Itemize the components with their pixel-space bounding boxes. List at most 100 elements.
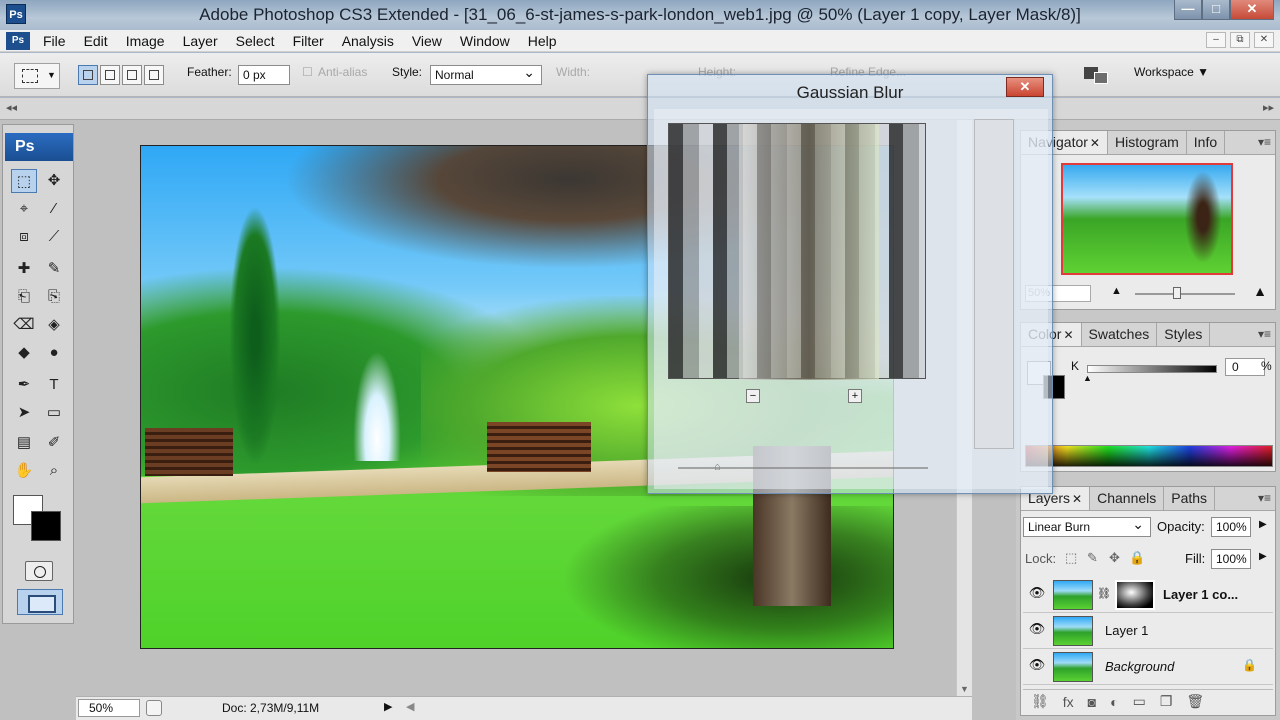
notes-tool-icon[interactable]: ▤ xyxy=(11,431,37,455)
tool-preset-picker[interactable]: ▼ xyxy=(14,63,60,89)
menu-filter[interactable]: Filter xyxy=(284,33,333,49)
status-menu-arrow-icon[interactable]: ▶ xyxy=(384,700,392,713)
maximize-button[interactable]: □ xyxy=(1202,0,1230,20)
subtract-selection-button[interactable] xyxy=(122,65,142,85)
doc-close-button[interactable]: ✕ xyxy=(1254,32,1274,48)
layer-row[interactable]: 👁 Layer 1 xyxy=(1023,613,1273,649)
navigator-thumbnail[interactable] xyxy=(1061,163,1233,275)
navigator-zoom-knob[interactable] xyxy=(1173,287,1181,299)
k-channel-slider[interactable] xyxy=(1087,365,1217,373)
visibility-eye-icon[interactable]: 👁 xyxy=(1027,621,1047,639)
new-layer-icon[interactable]: ❐ xyxy=(1160,693,1173,710)
antialias-checkbox[interactable]: ☐ xyxy=(302,65,313,79)
zoom-field[interactable]: 50% xyxy=(78,699,140,717)
add-mask-icon[interactable]: ◙ xyxy=(1088,694,1096,710)
menu-select[interactable]: Select xyxy=(227,33,284,49)
quick-mask-button[interactable] xyxy=(25,561,53,581)
move-tool-icon[interactable]: ✥ xyxy=(41,169,67,193)
path-selection-tool-icon[interactable]: ➤ xyxy=(11,401,37,425)
blur-preview[interactable] xyxy=(668,123,926,380)
k-slider-triangle-icon[interactable]: ▲ xyxy=(1083,373,1092,383)
menu-image[interactable]: Image xyxy=(117,33,174,49)
delete-layer-icon[interactable]: 🗑 xyxy=(1186,693,1204,710)
close-icon[interactable]: ✕ xyxy=(1072,492,1082,506)
background-color-swatch[interactable] xyxy=(31,511,61,541)
rectangle-tool-icon[interactable]: ▭ xyxy=(41,401,67,425)
lasso-tool-icon[interactable]: ⌖ xyxy=(11,197,37,221)
panel-menu-icon[interactable]: ▾≡ xyxy=(1258,135,1271,149)
zoom-in-icon[interactable]: ▲ xyxy=(1253,283,1267,299)
intersect-selection-button[interactable] xyxy=(144,65,164,85)
menu-help[interactable]: Help xyxy=(519,33,566,49)
minimize-button[interactable]: — xyxy=(1174,0,1202,20)
eyedropper-tool-icon[interactable]: ✐ xyxy=(41,431,67,455)
workspace-icon[interactable] xyxy=(1082,63,1110,87)
tab-swatches[interactable]: Swatches xyxy=(1081,323,1158,346)
blur-tool-icon[interactable]: ◆ xyxy=(11,341,37,365)
dialog-close-button[interactable]: ✕ xyxy=(1006,77,1044,97)
scroll-down-icon[interactable]: ▼ xyxy=(960,684,969,694)
preview-zoom-in-button[interactable]: + xyxy=(848,389,862,403)
tab-channels[interactable]: Channels xyxy=(1090,487,1165,510)
tab-styles[interactable]: Styles xyxy=(1157,323,1211,346)
dodge-tool-icon[interactable]: ● xyxy=(41,341,67,365)
mask-link-icon[interactable]: ⛓ xyxy=(1097,587,1111,600)
opacity-arrow-icon[interactable]: ▶ xyxy=(1259,519,1267,530)
feather-input[interactable]: 0 px xyxy=(238,65,290,85)
marquee-tool-icon[interactable]: ⬚ xyxy=(11,169,37,193)
visibility-eye-icon[interactable]: 👁 xyxy=(1027,657,1047,675)
status-options-icon[interactable] xyxy=(146,700,162,716)
layer-mask-thumbnail[interactable] xyxy=(1115,580,1155,610)
ps-menu-icon[interactable]: Ps xyxy=(6,31,30,50)
collapse-right-icon[interactable]: ▸▸ xyxy=(1263,101,1274,114)
brush-tool-icon[interactable]: ✎ xyxy=(41,257,67,281)
blend-mode-select[interactable]: Linear Burn xyxy=(1023,515,1151,537)
tab-paths[interactable]: Paths xyxy=(1164,487,1216,510)
lock-pixels-icon[interactable]: ✎ xyxy=(1087,550,1098,566)
collapse-left-icon[interactable]: ◂◂ xyxy=(6,101,17,114)
eraser-tool-icon[interactable]: ⌫ xyxy=(11,313,37,337)
slice-tool-icon[interactable]: ⟋ xyxy=(41,225,67,249)
visibility-eye-icon[interactable]: 👁 xyxy=(1027,585,1047,603)
fill-input[interactable]: 100% xyxy=(1211,549,1251,569)
menu-window[interactable]: Window xyxy=(451,33,519,49)
pen-tool-icon[interactable]: ✒ xyxy=(11,373,37,397)
panel-menu-icon[interactable]: ▾≡ xyxy=(1258,491,1271,505)
doc-restore-button[interactable]: ⧉ xyxy=(1230,32,1250,48)
radius-slider-knob[interactable]: ⌂ xyxy=(714,461,721,473)
healing-brush-tool-icon[interactable]: ✚ xyxy=(11,257,37,281)
color-spectrum-bar[interactable] xyxy=(1025,445,1273,467)
zoom-tool-icon[interactable]: ⌕ xyxy=(41,459,67,483)
history-brush-tool-icon[interactable]: ⎘ xyxy=(41,285,67,309)
menu-analysis[interactable]: Analysis xyxy=(333,33,403,49)
hand-tool-icon[interactable]: ✋ xyxy=(11,459,37,483)
workspace-menu[interactable]: Workspace ▼ xyxy=(1134,65,1209,79)
close-icon[interactable]: ✕ xyxy=(1063,328,1073,342)
type-tool-icon[interactable]: T xyxy=(41,373,67,397)
preview-zoom-out-button[interactable]: − xyxy=(746,389,760,403)
layer-row[interactable]: 👁 Background 🔒 xyxy=(1023,649,1273,685)
lock-position-icon[interactable]: ✥ xyxy=(1109,550,1120,566)
new-selection-button[interactable] xyxy=(78,65,98,85)
adjustment-layer-icon[interactable]: ◐ xyxy=(1110,694,1118,710)
clone-stamp-tool-icon[interactable]: ⎗ xyxy=(11,285,37,309)
crop-tool-icon[interactable]: ⧈ xyxy=(11,225,37,249)
fill-arrow-icon[interactable]: ▶ xyxy=(1259,551,1267,562)
paint-bucket-tool-icon[interactable]: ◈ xyxy=(41,313,67,337)
menu-layer[interactable]: Layer xyxy=(174,33,227,49)
navigator-zoom-slider[interactable] xyxy=(1135,293,1235,295)
zoom-out-icon[interactable]: ▲ xyxy=(1111,285,1122,297)
scroll-left-icon[interactable]: ◀ xyxy=(406,700,414,713)
close-button[interactable]: ✕ xyxy=(1230,0,1274,20)
tab-histogram[interactable]: Histogram xyxy=(1107,131,1187,154)
new-group-icon[interactable]: ▭ xyxy=(1133,693,1146,710)
k-channel-input[interactable]: 0 xyxy=(1225,358,1265,376)
style-select[interactable]: Normal xyxy=(430,63,542,85)
lock-transparency-icon[interactable]: ⬚ xyxy=(1065,550,1077,566)
layer-row[interactable]: 👁 ⛓ Layer 1 co... xyxy=(1023,577,1273,613)
panel-menu-icon[interactable]: ▾≡ xyxy=(1258,327,1271,341)
tab-info[interactable]: Info xyxy=(1186,131,1226,154)
magic-wand-tool-icon[interactable]: ⁄ xyxy=(41,197,67,221)
layer-style-icon[interactable]: fx xyxy=(1063,694,1074,710)
menu-file[interactable]: File xyxy=(34,33,75,49)
